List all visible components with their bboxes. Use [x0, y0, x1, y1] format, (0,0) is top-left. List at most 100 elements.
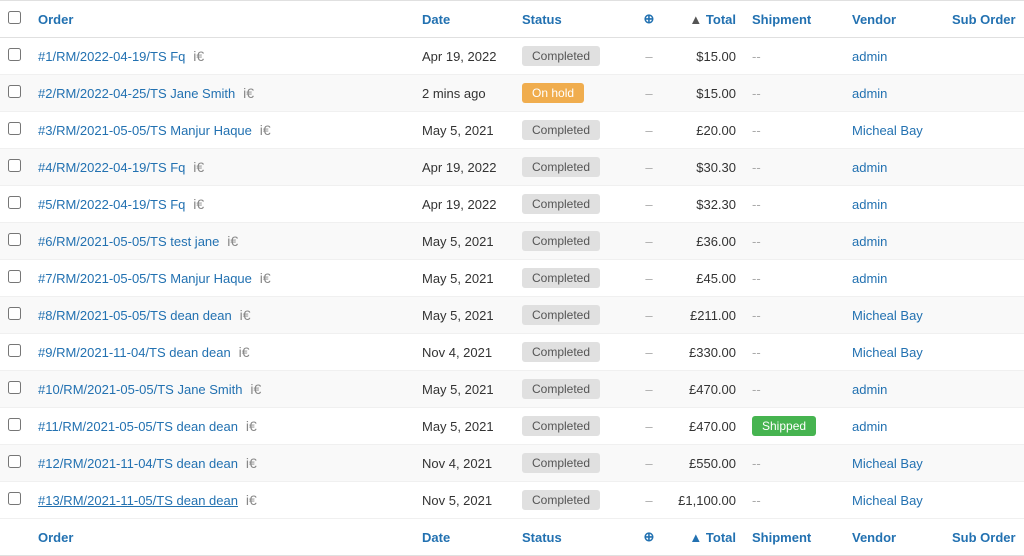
shipment-badge: Shipped [752, 416, 816, 436]
shipment-dash: -- [752, 197, 761, 212]
date-cell: May 5, 2021 [414, 223, 514, 260]
vendor-link[interactable]: Micheal Bay [852, 493, 923, 508]
order-cell: #6/RM/2021-05-05/TS test jane i€ [30, 223, 414, 260]
order-info-icon[interactable]: i€ [236, 307, 251, 323]
total-cell: £45.00 [664, 260, 744, 297]
shipment-dash: -- [752, 271, 761, 286]
status-badge: Completed [522, 120, 600, 140]
suborder-column-header: Sub Order [944, 1, 1024, 38]
order-link[interactable]: #4/RM/2022-04-19/TS Fq [38, 160, 185, 175]
shipment-dash: -- [752, 234, 761, 249]
status-badge: Completed [522, 231, 600, 251]
orders-table-container: Order Date Status ⊕ ▲ Total Shipment [0, 0, 1024, 556]
order-column-header[interactable]: Order [30, 1, 414, 38]
row-checkbox-cell [0, 260, 30, 297]
vendor-link[interactable]: admin [852, 419, 887, 434]
row-checkbox[interactable] [8, 85, 21, 98]
footer-date: Date [414, 519, 514, 556]
date-column-label: Date [422, 12, 450, 27]
vendor-column-label: Vendor [852, 12, 896, 27]
vendor-link[interactable]: Micheal Bay [852, 345, 923, 360]
date-cell: Apr 19, 2022 [414, 149, 514, 186]
order-link[interactable]: #11/RM/2021-05-05/TS dean dean [38, 419, 238, 434]
order-link[interactable]: #8/RM/2021-05-05/TS dean dean [38, 308, 232, 323]
order-link[interactable]: #2/RM/2022-04-25/TS Jane Smith [38, 86, 235, 101]
order-info-icon[interactable]: i€ [242, 492, 257, 508]
status-cell: Completed [514, 371, 634, 408]
vendor-link[interactable]: admin [852, 234, 887, 249]
row-checkbox[interactable] [8, 492, 21, 505]
total-cell: £330.00 [664, 334, 744, 371]
row-checkbox[interactable] [8, 159, 21, 172]
order-link[interactable]: #10/RM/2021-05-05/TS Jane Smith [38, 382, 243, 397]
total-dash: – [645, 493, 652, 508]
row-checkbox[interactable] [8, 344, 21, 357]
footer-check [0, 519, 30, 556]
sort-arrow-total: ▲ [689, 12, 705, 27]
vendor-link[interactable]: admin [852, 197, 887, 212]
status-badge: Completed [522, 157, 600, 177]
vendor-link[interactable]: Micheal Bay [852, 123, 923, 138]
order-link[interactable]: #12/RM/2021-11-04/TS dean dean [38, 456, 238, 471]
order-info-icon[interactable]: i€ [239, 85, 254, 101]
status-cell: Completed [514, 297, 634, 334]
order-info-icon[interactable]: i€ [189, 48, 204, 64]
row-checkbox[interactable] [8, 122, 21, 135]
shipment-cell: -- [744, 445, 844, 482]
shipment-column-header: Shipment [744, 1, 844, 38]
row-checkbox[interactable] [8, 233, 21, 246]
shipment-cell: -- [744, 482, 844, 519]
vendor-link[interactable]: Micheal Bay [852, 308, 923, 323]
status-badge: Completed [522, 305, 600, 325]
row-checkbox[interactable] [8, 196, 21, 209]
status-badge: Completed [522, 379, 600, 399]
vendor-link[interactable]: admin [852, 382, 887, 397]
order-info-icon[interactable]: i€ [189, 159, 204, 175]
vendor-link[interactable]: Micheal Bay [852, 456, 923, 471]
vendor-link[interactable]: admin [852, 86, 887, 101]
order-cell: #2/RM/2022-04-25/TS Jane Smith i€ [30, 75, 414, 112]
date-cell: Nov 4, 2021 [414, 445, 514, 482]
row-checkbox[interactable] [8, 270, 21, 283]
total-icon-column-header: ⊕ [634, 1, 664, 38]
order-info-icon[interactable]: i€ [235, 344, 250, 360]
row-checkbox-cell [0, 334, 30, 371]
total-column-header[interactable]: ▲ Total [664, 1, 744, 38]
order-info-icon[interactable]: i€ [256, 270, 271, 286]
order-info-icon[interactable]: i€ [223, 233, 238, 249]
select-all-header[interactable] [0, 1, 30, 38]
total-icon-label: ⊕ [644, 11, 655, 26]
order-info-icon[interactable]: i€ [256, 122, 271, 138]
vendor-link[interactable]: admin [852, 49, 887, 64]
vendor-link[interactable]: admin [852, 160, 887, 175]
order-link[interactable]: #6/RM/2021-05-05/TS test jane [38, 234, 219, 249]
row-checkbox[interactable] [8, 418, 21, 431]
order-link[interactable]: #3/RM/2021-05-05/TS Manjur Haque [38, 123, 252, 138]
order-link[interactable]: #5/RM/2022-04-19/TS Fq [38, 197, 185, 212]
shipment-cell: -- [744, 112, 844, 149]
total-cell: $15.00 [664, 38, 744, 75]
vendor-link[interactable]: admin [852, 271, 887, 286]
date-column-header[interactable]: Date [414, 1, 514, 38]
status-column-header: Status [514, 1, 634, 38]
select-all-checkbox[interactable] [8, 11, 21, 24]
order-info-icon[interactable]: i€ [189, 196, 204, 212]
order-link[interactable]: #1/RM/2022-04-19/TS Fq [38, 49, 185, 64]
order-info-icon[interactable]: i€ [247, 381, 262, 397]
order-info-icon[interactable]: i€ [242, 455, 257, 471]
order-link[interactable]: #7/RM/2021-05-05/TS Manjur Haque [38, 271, 252, 286]
row-checkbox[interactable] [8, 381, 21, 394]
order-cell: #7/RM/2021-05-05/TS Manjur Haque i€ [30, 260, 414, 297]
row-checkbox[interactable] [8, 307, 21, 320]
total-icon-cell: – [634, 112, 664, 149]
total-icon-cell: – [634, 297, 664, 334]
status-badge: Completed [522, 453, 600, 473]
shipment-column-label: Shipment [752, 12, 811, 27]
order-info-icon[interactable]: i€ [242, 418, 257, 434]
order-link[interactable]: #13/RM/2021-11-05/TS dean dean [38, 493, 238, 508]
footer-icon: ⊕ [634, 519, 664, 556]
total-column-label: Total [706, 12, 736, 27]
row-checkbox[interactable] [8, 455, 21, 468]
row-checkbox[interactable] [8, 48, 21, 61]
order-link[interactable]: #9/RM/2021-11-04/TS dean dean [38, 345, 231, 360]
